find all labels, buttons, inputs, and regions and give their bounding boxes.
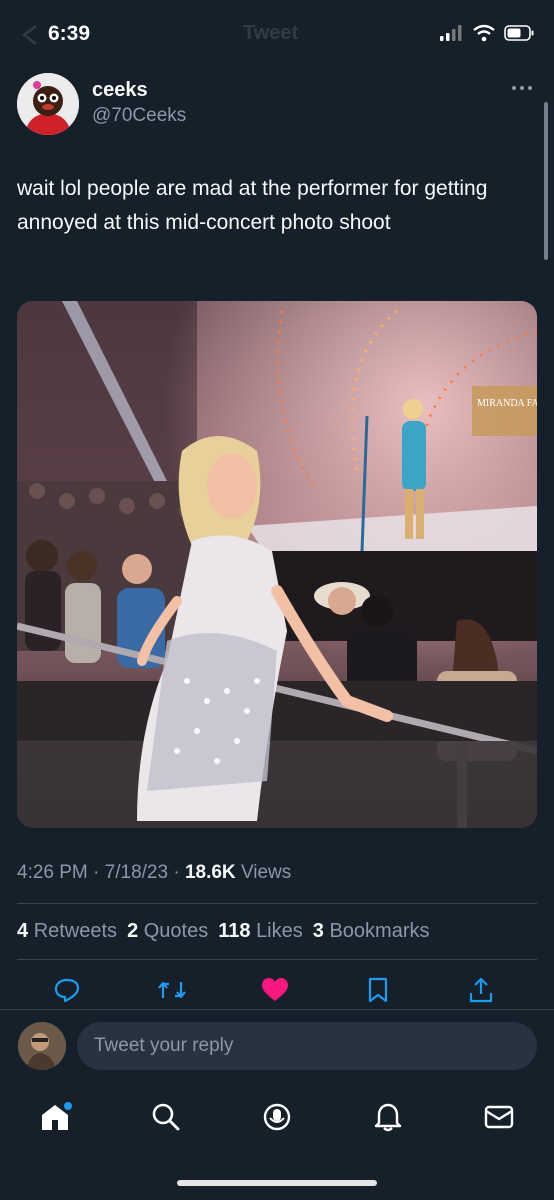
share-button[interactable] — [461, 970, 501, 1010]
divider — [17, 959, 537, 960]
user-avatar[interactable] — [18, 1022, 66, 1070]
author-name[interactable]: ceeks — [92, 79, 148, 102]
tweet-date: 7/18/23 — [104, 862, 169, 883]
home-icon — [42, 1102, 72, 1130]
avatar-illustration — [17, 73, 79, 135]
tweet-text: wait lol people are mad at the performer… — [17, 177, 488, 234]
quotes-count: 2 — [127, 920, 139, 942]
tweet-photo[interactable]: MIRANDA FASTEST G — [17, 301, 537, 828]
bookmarks-label: Bookmarks — [329, 920, 430, 942]
bookmarks-count: 3 — [312, 920, 324, 942]
more-options-button[interactable] — [510, 78, 534, 98]
retweet-button[interactable] — [152, 970, 192, 1010]
spaces-icon — [263, 1103, 291, 1131]
tweet-time: 4:26 PM — [17, 862, 88, 883]
reply-icon — [54, 978, 80, 1003]
heart-icon — [262, 978, 288, 1001]
notifications-icon — [374, 1103, 402, 1132]
tweet-action-bar — [17, 970, 537, 1014]
quotes-label: Quotes — [143, 920, 209, 942]
retweets-label: Retweets — [33, 920, 118, 942]
views-label: Views — [240, 862, 292, 883]
reply-input[interactable]: Tweet your reply — [77, 1022, 537, 1070]
home-indicator[interactable] — [177, 1180, 377, 1186]
tab-notifications[interactable] — [363, 1092, 413, 1142]
retweet-icon — [158, 981, 186, 999]
likes-stat[interactable]: 118 Likes — [218, 920, 303, 943]
bookmark-icon — [368, 977, 388, 1003]
user-avatar-image — [18, 1022, 66, 1070]
concert-photo: MIRANDA FASTEST G — [17, 301, 537, 828]
search-icon — [152, 1103, 180, 1131]
tab-spaces[interactable] — [252, 1092, 302, 1142]
header-title: Tweet — [243, 22, 299, 44]
status-icons — [440, 24, 534, 42]
meta-separator: · — [93, 862, 100, 883]
wifi-icon — [473, 24, 495, 42]
tab-search[interactable] — [141, 1092, 191, 1142]
views-count: 18.6K — [184, 862, 236, 883]
more-icon — [512, 86, 532, 90]
bookmark-button[interactable] — [358, 970, 398, 1010]
status-time: 6:39 — [48, 22, 91, 45]
author-handle[interactable]: @70Ceeks — [92, 105, 186, 127]
retweets-count: 4 — [17, 920, 29, 942]
tweet-timestamp-views: 4:26 PM · 7/18/23 · 18.6K Views — [17, 862, 291, 884]
tab-home[interactable] — [30, 1092, 80, 1142]
like-button[interactable] — [255, 970, 295, 1010]
tab-messages[interactable] — [474, 1092, 524, 1142]
meta-separator: · — [173, 862, 180, 883]
retweets-stat[interactable]: 4 Retweets — [17, 920, 117, 943]
battery-icon — [504, 25, 534, 41]
bookmarks-stat[interactable]: 3 Bookmarks — [313, 920, 430, 943]
reply-button[interactable] — [47, 970, 87, 1010]
quotes-stat[interactable]: 2 Quotes — [127, 920, 208, 943]
divider — [17, 903, 537, 904]
signal-icon — [440, 25, 462, 41]
share-icon — [469, 977, 493, 1003]
author-avatar[interactable] — [17, 73, 79, 135]
messages-icon — [484, 1105, 514, 1129]
likes-count: 118 — [218, 920, 251, 942]
divider — [0, 1009, 554, 1010]
tweet-stats: 4 Retweets 2 Quotes 118 Likes 3 Bookmark… — [17, 920, 429, 943]
likes-label: Likes — [256, 920, 303, 942]
scrollbar[interactable] — [544, 102, 548, 260]
stage-sign-text: MIRANDA FASTEST G — [477, 398, 537, 409]
